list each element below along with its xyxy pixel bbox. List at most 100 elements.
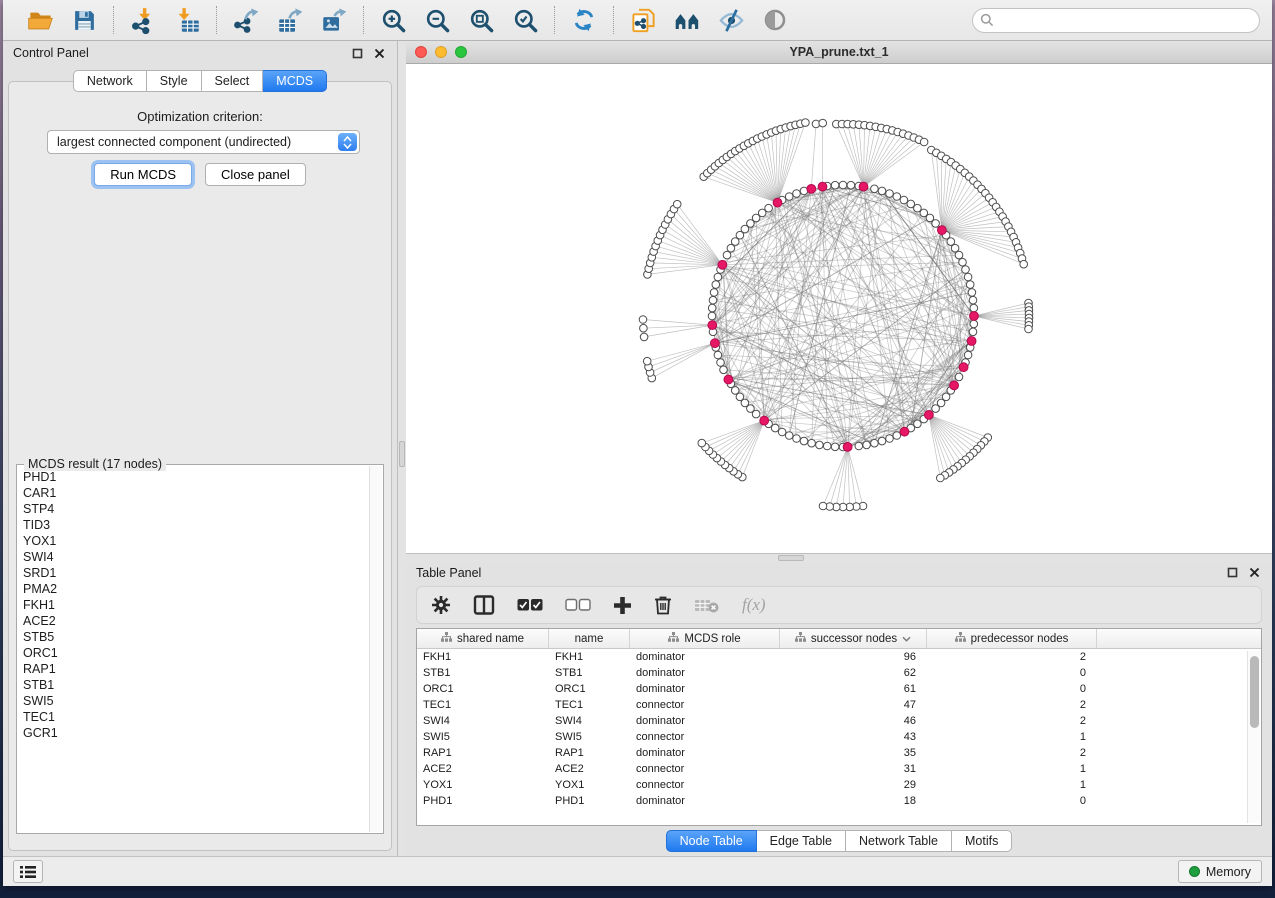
cell-predecessor_nodes: 1: [927, 763, 1097, 775]
select-all-button[interactable]: [517, 598, 543, 612]
settings-gear-button[interactable]: [431, 595, 451, 615]
eye-disabled-icon: [762, 7, 788, 33]
splitter-handle[interactable]: [778, 555, 804, 561]
zoom-out-button[interactable]: [418, 4, 456, 36]
float-panel-button[interactable]: [349, 45, 365, 61]
column-header-successor_nodes[interactable]: successor nodes: [780, 629, 927, 648]
mcds-result-item[interactable]: TID3: [23, 517, 367, 533]
export-image-button[interactable]: [315, 4, 353, 36]
tab-network[interactable]: Network: [73, 70, 147, 92]
search-input[interactable]: [972, 8, 1260, 33]
import-network-button[interactable]: [124, 4, 162, 36]
mcds-result-item[interactable]: CAR1: [23, 485, 367, 501]
vertical-splitter[interactable]: [398, 41, 406, 856]
mcds-result-item[interactable]: YOX1: [23, 533, 367, 549]
tab-style[interactable]: Style: [147, 70, 202, 92]
mcds-result-item[interactable]: SRD1: [23, 565, 367, 581]
close-panel-button[interactable]: [1246, 565, 1262, 581]
mcds-result-item[interactable]: SWI4: [23, 549, 367, 565]
float-panel-button[interactable]: [1224, 565, 1240, 581]
table-row[interactable]: FKH1FKH1dominator962: [417, 649, 1261, 665]
mcds-result-item[interactable]: STP4: [23, 501, 367, 517]
mcds-result-scrollbar[interactable]: [369, 466, 382, 832]
close-panel-button[interactable]: [371, 45, 387, 61]
mcds-result-item[interactable]: FKH1: [23, 597, 367, 613]
zoom-fit-button[interactable]: [462, 4, 500, 36]
close-mcds-panel-button[interactable]: Close panel: [205, 163, 306, 186]
zoom-in-button[interactable]: [374, 4, 412, 36]
network-window-titlebar[interactable]: YPA_prune.txt_1: [406, 41, 1272, 64]
export-table-button[interactable]: [271, 4, 309, 36]
cell-mcds_role: connector: [630, 731, 780, 743]
table-row[interactable]: YOX1YOX1connector291: [417, 777, 1261, 793]
open-file-button[interactable]: [21, 4, 59, 36]
cell-shared_name: STB1: [417, 667, 549, 679]
show-columns-button[interactable]: [473, 595, 495, 615]
splitter-handle[interactable]: [399, 441, 405, 467]
memory-button[interactable]: Memory: [1178, 860, 1262, 883]
cell-predecessor_nodes: 0: [927, 683, 1097, 695]
import-table-button[interactable]: [168, 4, 206, 36]
application-window: Control Panel NetworkStyleSelectMCDS Opt…: [3, 0, 1272, 886]
first-neighbors-button[interactable]: [668, 4, 706, 36]
table-panel-tabs: Node TableEdge TableNetwork TableMotifs: [406, 826, 1272, 856]
column-header-mcds_role[interactable]: MCDS role: [630, 629, 780, 648]
zoom-selected-icon: [512, 7, 539, 34]
table-row[interactable]: ACE2ACE2connector311: [417, 761, 1261, 777]
deselect-all-button[interactable]: [565, 598, 591, 612]
mcds-result-item[interactable]: STB1: [23, 677, 367, 693]
mcds-result-item[interactable]: RAP1: [23, 661, 367, 677]
table-row[interactable]: STB1STB1dominator620: [417, 665, 1261, 681]
add-row-button[interactable]: [613, 596, 632, 615]
zoom-out-icon: [424, 7, 451, 34]
mcds-result-list[interactable]: PHD1CAR1STP4TID3YOX1SWI4SRD1PMA2FKH1ACE2…: [23, 469, 367, 831]
mcds-result-item[interactable]: ORC1: [23, 645, 367, 661]
mcds-result-item[interactable]: ACE2: [23, 613, 367, 629]
export-network-button[interactable]: [227, 4, 265, 36]
show-graphics-details-button[interactable]: [756, 4, 794, 36]
tab-motifs[interactable]: Motifs: [952, 830, 1012, 852]
zoom-in-icon: [380, 7, 407, 34]
hide-selected-button[interactable]: [712, 4, 750, 36]
column-header-name[interactable]: name: [549, 629, 630, 648]
network-snapshot-button[interactable]: [624, 4, 662, 36]
table-row[interactable]: SWI4SWI4dominator462: [417, 713, 1261, 729]
run-mcds-button[interactable]: Run MCDS: [94, 163, 192, 186]
refresh-button[interactable]: [565, 4, 603, 36]
network-graph[interactable]: [406, 64, 1270, 553]
delete-table-button[interactable]: [694, 596, 720, 614]
column-header-shared_name[interactable]: shared name: [417, 629, 549, 648]
mcds-result-item[interactable]: PHD1: [23, 469, 367, 485]
tab-select[interactable]: Select: [202, 70, 264, 92]
table-row[interactable]: RAP1RAP1dominator352: [417, 745, 1261, 761]
table-row[interactable]: PHD1PHD1dominator180: [417, 793, 1261, 809]
delete-row-button[interactable]: [654, 595, 672, 615]
table-row[interactable]: ORC1ORC1dominator610: [417, 681, 1261, 697]
mcds-result-item[interactable]: TEC1: [23, 709, 367, 725]
tab-mcds[interactable]: MCDS: [263, 70, 327, 92]
network-canvas[interactable]: [406, 64, 1272, 553]
table-row[interactable]: SWI5SWI5connector431: [417, 729, 1261, 745]
mcds-result-item[interactable]: GCR1: [23, 725, 367, 741]
table-scrollbar[interactable]: [1247, 651, 1260, 823]
cell-shared_name: YOX1: [417, 779, 549, 791]
cell-predecessor_nodes: 2: [927, 715, 1097, 727]
horizontal-splitter[interactable]: [406, 553, 1272, 562]
scrollbar-thumb[interactable]: [1250, 656, 1259, 728]
cell-successor_nodes: 35: [780, 747, 927, 759]
optimization-criterion-select[interactable]: largest connected component (undirected): [47, 130, 360, 154]
task-history-button[interactable]: [13, 860, 43, 883]
tab-edge-table[interactable]: Edge Table: [757, 830, 846, 852]
column-header-predecessor_nodes[interactable]: predecessor nodes: [927, 629, 1097, 648]
mcds-result-item[interactable]: PMA2: [23, 581, 367, 597]
mcds-result-item[interactable]: SWI5: [23, 693, 367, 709]
zoom-selected-button[interactable]: [506, 4, 544, 36]
tab-network-table[interactable]: Network Table: [846, 830, 952, 852]
cell-name: SWI4: [549, 715, 630, 727]
mcds-result-item[interactable]: STB5: [23, 629, 367, 645]
table-row[interactable]: TEC1TEC1connector472: [417, 697, 1261, 713]
node-table: shared namenameMCDS rolesuccessor nodesp…: [416, 628, 1262, 826]
tab-node-table[interactable]: Node Table: [666, 830, 757, 852]
function-builder-button[interactable]: f(x): [742, 595, 766, 615]
save-session-button[interactable]: [65, 4, 103, 36]
